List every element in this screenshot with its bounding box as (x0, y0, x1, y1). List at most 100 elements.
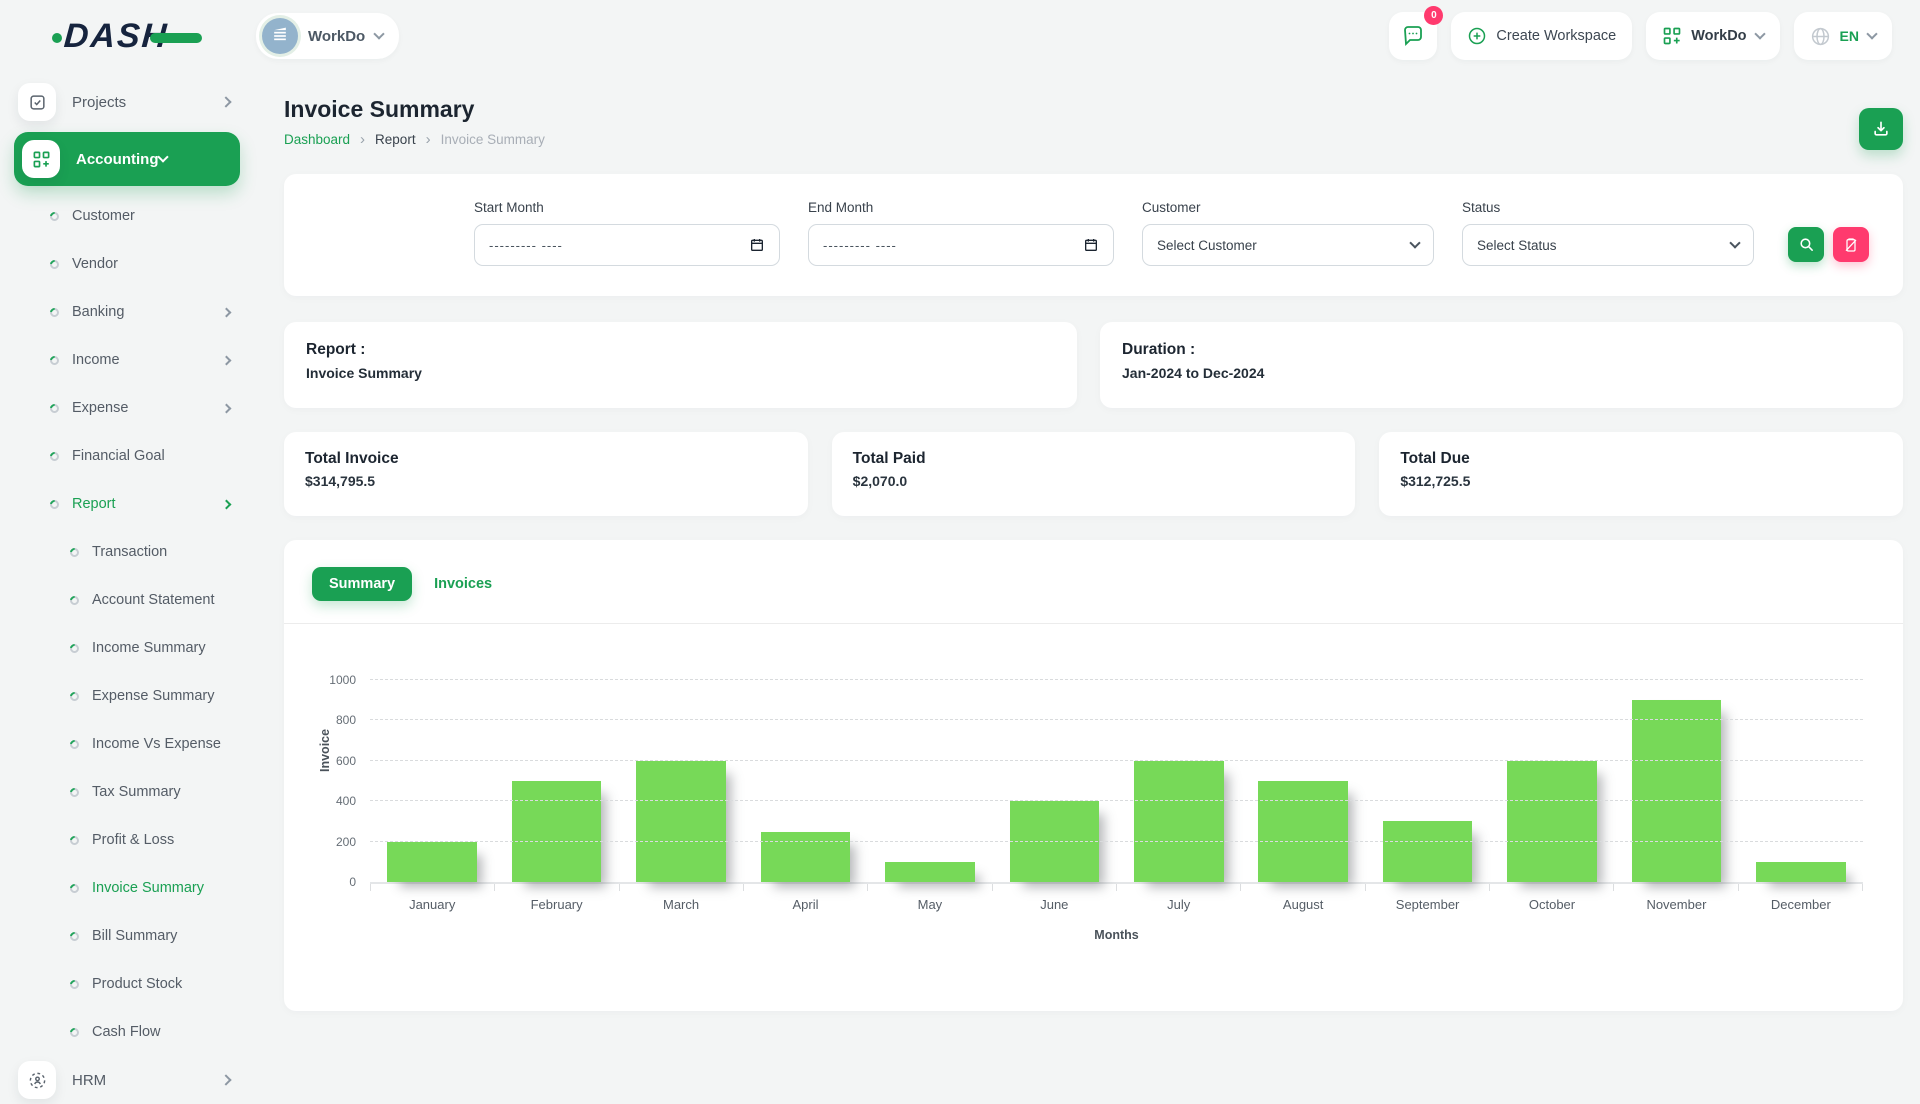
sidebar-item-bill-summary[interactable]: Bill Summary (18, 912, 244, 960)
chevron-down-icon (1729, 237, 1740, 248)
workdo-menu-label: WorkDo (1691, 28, 1746, 44)
checkbox-icon (18, 83, 56, 121)
x-label-september: September (1365, 897, 1489, 912)
sidebar-item-accounting[interactable]: Accounting (14, 132, 240, 186)
sidebar-item-label: Expense Summary (92, 688, 215, 704)
customer-select-value: Select Customer (1157, 238, 1257, 253)
workdo-menu-button[interactable]: WorkDo (1646, 12, 1779, 60)
bar-july[interactable] (1134, 761, 1224, 882)
bar-slot (494, 680, 618, 882)
sidebar-item-expense-summary[interactable]: Expense Summary (18, 672, 244, 720)
bullet-icon (68, 978, 81, 991)
end-month-input[interactable]: --------- ---- (808, 224, 1114, 266)
sidebar-item-report[interactable]: Report (18, 480, 244, 528)
sidebar-item-profit-loss[interactable]: Profit & Loss (18, 816, 244, 864)
sidebar-item-label: Profit & Loss (92, 832, 174, 848)
status-select[interactable]: Select Status (1462, 224, 1754, 266)
bar-march[interactable] (636, 761, 726, 882)
total-due-card: Total Due $312,725.5 (1379, 432, 1903, 516)
bar-october[interactable] (1507, 761, 1597, 882)
x-label-may: May (868, 897, 992, 912)
sidebar-item-projects[interactable]: Projects (18, 78, 244, 126)
bar-february[interactable] (512, 781, 602, 882)
bar-slot (1117, 680, 1241, 882)
bar-september[interactable] (1383, 821, 1473, 882)
sidebar-item-customer[interactable]: Customer (18, 192, 244, 240)
bar-may[interactable] (885, 862, 975, 882)
x-tick (620, 884, 744, 891)
create-workspace-button[interactable]: Create Workspace (1451, 12, 1632, 60)
bullet-icon (68, 594, 81, 607)
customer-select[interactable]: Select Customer (1142, 224, 1434, 266)
total-due-label: Total Due (1400, 450, 1882, 468)
sidebar-item-income[interactable]: Income (18, 336, 244, 384)
messages-button[interactable]: 0 (1389, 12, 1437, 60)
start-month-input[interactable]: --------- ---- (474, 224, 780, 266)
sidebar-item-expense[interactable]: Expense (18, 384, 244, 432)
sidebar-item-financial-goal[interactable]: Financial Goal (18, 432, 244, 480)
logo[interactable]: DASH (0, 17, 256, 56)
gridline-800 (370, 719, 1863, 720)
bar-slot (370, 680, 494, 882)
bar-april[interactable] (761, 832, 851, 883)
bullet-icon (48, 210, 61, 223)
sidebar-item-vendor[interactable]: Vendor (18, 240, 244, 288)
bars-container (370, 680, 1863, 882)
download-button[interactable] (1859, 108, 1903, 150)
sidebar-item-label: Report (72, 496, 116, 512)
sidebar-item-product-stock[interactable]: Product Stock (18, 960, 244, 1008)
report-value: Invoice Summary (306, 365, 1055, 381)
sidebar-item-transaction[interactable]: Transaction (18, 528, 244, 576)
customer-field: Customer Select Customer (1142, 200, 1434, 266)
breadcrumb-report[interactable]: Report (375, 132, 416, 147)
bar-november[interactable] (1632, 700, 1722, 882)
x-label-december: December (1739, 897, 1863, 912)
x-axis-labels: JanuaryFebruaryMarchAprilMayJuneJulyAugu… (370, 897, 1863, 912)
filter-card: Start Month --------- ---- End Month ---… (284, 174, 1903, 296)
download-icon (1871, 119, 1891, 139)
chart-tabs: Summary Invoices (284, 540, 1903, 624)
bar-slot (1490, 680, 1614, 882)
reset-filter-button[interactable] (1833, 227, 1869, 262)
workspace-selector[interactable]: WorkDo (256, 13, 399, 59)
status-select-value: Select Status (1477, 238, 1557, 253)
invoice-bar-chart: Invoice 02004006008001000 JanuaryFebruar… (284, 624, 1903, 942)
sidebar-item-label: Cash Flow (92, 1024, 161, 1040)
total-invoice-card: Total Invoice $314,795.5 (284, 432, 808, 516)
sidebar-item-label: Projects (72, 94, 126, 111)
sidebar-item-income-summary[interactable]: Income Summary (18, 624, 244, 672)
report-label: Report : (306, 341, 1055, 359)
sidebar-item-tax-summary[interactable]: Tax Summary (18, 768, 244, 816)
chevron-down-icon (1866, 28, 1877, 39)
bullet-icon (68, 930, 81, 943)
end-month-placeholder: --------- ---- (823, 238, 897, 253)
sidebar-item-label: Bill Summary (92, 928, 177, 944)
sidebar-item-invoice-summary[interactable]: Invoice Summary (18, 864, 244, 912)
breadcrumb-dashboard[interactable]: Dashboard (284, 132, 350, 147)
language-selector[interactable]: EN (1794, 12, 1892, 60)
x-tick (1117, 884, 1241, 891)
x-tick (868, 884, 992, 891)
search-icon (1798, 236, 1815, 253)
chevron-right-icon (222, 499, 232, 509)
bar-january[interactable] (387, 842, 477, 882)
sidebar-item-banking[interactable]: Banking (18, 288, 244, 336)
create-workspace-label: Create Workspace (1496, 28, 1616, 44)
sidebar-item-hrm[interactable]: HRM (18, 1056, 244, 1104)
sidebar-item-account-statement[interactable]: Account Statement (18, 576, 244, 624)
total-paid-label: Total Paid (853, 450, 1335, 468)
tab-summary[interactable]: Summary (312, 567, 412, 601)
bullet-icon (68, 642, 81, 655)
search-button[interactable] (1788, 227, 1824, 262)
bar-august[interactable] (1258, 781, 1348, 882)
bar-december[interactable] (1756, 862, 1846, 882)
y-tick-1000: 1000 (329, 673, 356, 687)
status-label: Status (1462, 200, 1754, 215)
building-icon (270, 26, 290, 46)
sidebar-item-income-vs-expense[interactable]: Income Vs Expense (18, 720, 244, 768)
bullet-icon (48, 402, 61, 415)
bullet-icon (68, 1026, 81, 1039)
tab-invoices[interactable]: Invoices (422, 567, 504, 601)
sidebar-item-cash-flow[interactable]: Cash Flow (18, 1008, 244, 1056)
x-label-february: February (494, 897, 618, 912)
